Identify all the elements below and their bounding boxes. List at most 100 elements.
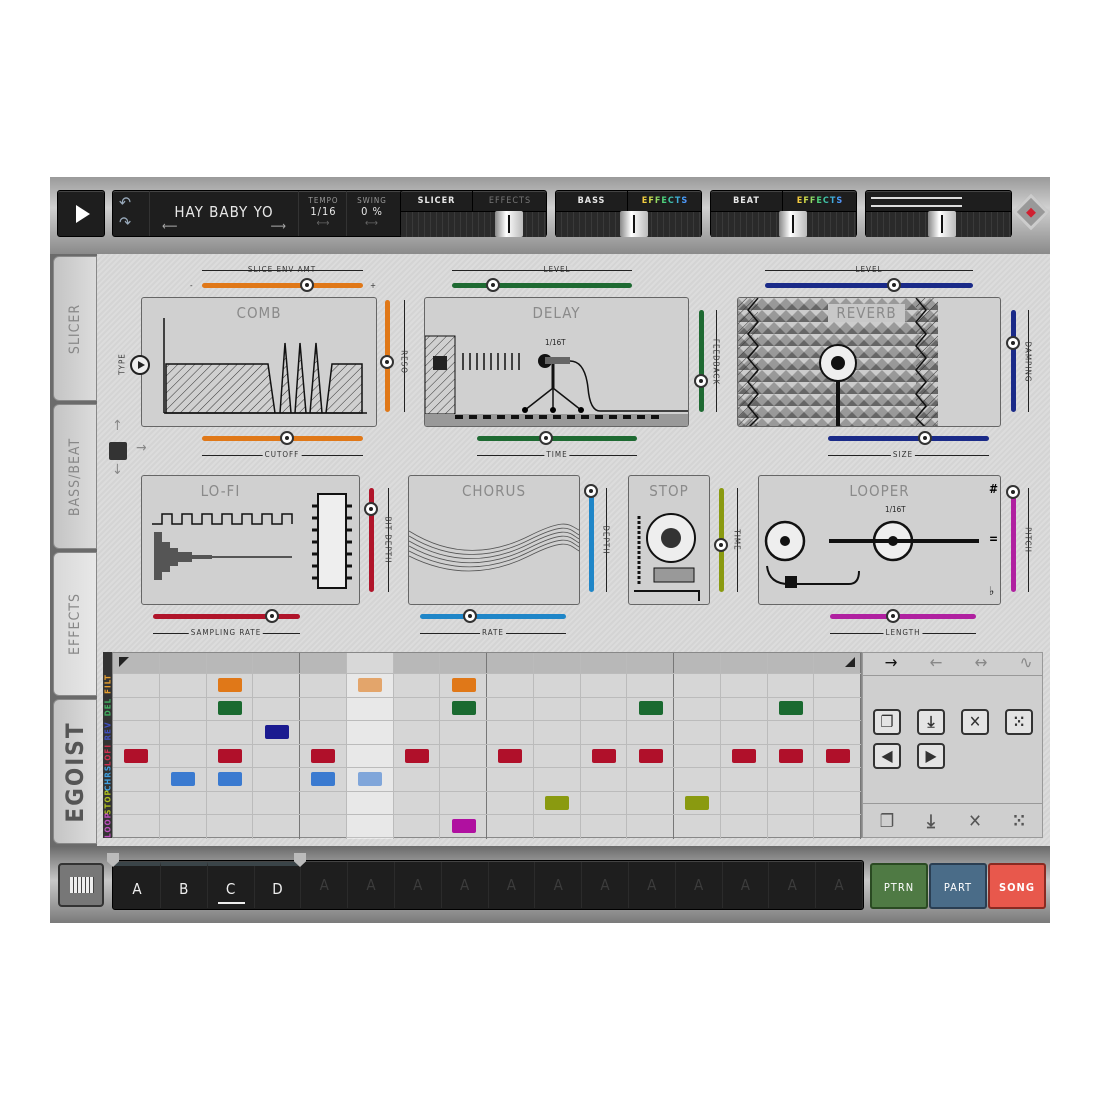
- step-off[interactable]: [265, 796, 289, 810]
- step-off[interactable]: [592, 796, 616, 810]
- step-off[interactable]: [171, 725, 195, 739]
- step-off[interactable]: [124, 725, 148, 739]
- channel-fader[interactable]: [401, 211, 546, 237]
- step-off[interactable]: [265, 701, 289, 715]
- step-on[interactable]: [685, 795, 710, 810]
- pattern-slot-16[interactable]: A: [816, 862, 863, 908]
- step-off[interactable]: [311, 678, 335, 692]
- step-off[interactable]: [218, 725, 242, 739]
- paste-row-button[interactable]: ⤓: [917, 709, 945, 735]
- channel-label[interactable]: SLICER: [401, 191, 473, 211]
- step-on[interactable]: [732, 748, 757, 763]
- step-off[interactable]: [124, 819, 148, 833]
- step-off[interactable]: [592, 819, 616, 833]
- step-off[interactable]: [452, 725, 476, 739]
- fader-knob[interactable]: [778, 211, 807, 237]
- step-sequencer-grid[interactable]: [112, 652, 862, 839]
- step-off[interactable]: [639, 772, 663, 786]
- fader-knob[interactable]: [620, 211, 649, 237]
- step-off[interactable]: [311, 701, 335, 715]
- chorus-depth-slider[interactable]: [589, 488, 594, 592]
- pattern-slot-14[interactable]: A: [722, 862, 770, 908]
- arrow-left-icon[interactable]: ←: [916, 653, 956, 675]
- reso-slider-knob[interactable]: [380, 354, 394, 369]
- ptrn-mode-button[interactable]: PTRN: [870, 863, 928, 909]
- dice-icon[interactable]: [109, 442, 127, 460]
- step-off[interactable]: [405, 772, 429, 786]
- slice-env-slider-knob[interactable]: [299, 278, 314, 292]
- step-off[interactable]: [592, 701, 616, 715]
- step-off[interactable]: [779, 819, 803, 833]
- step-off[interactable]: [639, 678, 663, 692]
- step-off[interactable]: [171, 701, 195, 715]
- step-off[interactable]: [592, 772, 616, 786]
- arrow-right-icon[interactable]: →: [871, 653, 911, 675]
- step-off[interactable]: [405, 678, 429, 692]
- step-on[interactable]: [638, 701, 663, 716]
- arrow-down-icon[interactable]: ↓: [112, 462, 123, 478]
- step-off[interactable]: [685, 678, 709, 692]
- step-on[interactable]: [545, 795, 570, 810]
- step-off[interactable]: [171, 796, 195, 810]
- step-on[interactable]: [638, 748, 663, 763]
- pattern-slot-12[interactable]: A: [629, 862, 676, 908]
- step-off[interactable]: [452, 772, 476, 786]
- type-button[interactable]: [130, 355, 150, 375]
- redo-icon[interactable]: ↷: [119, 213, 131, 232]
- arrow-both-icon[interactable]: ↔: [961, 653, 1001, 675]
- reverb-level-slider[interactable]: [765, 283, 973, 288]
- damping-slider-knob[interactable]: [1006, 335, 1020, 350]
- prev-song-icon[interactable]: ⟵: [162, 219, 177, 233]
- step-off[interactable]: [171, 678, 195, 692]
- next-song-icon[interactable]: ⟶: [271, 219, 286, 233]
- step-off[interactable]: [545, 725, 569, 739]
- pitch-slider[interactable]: [1011, 488, 1016, 592]
- step-off[interactable]: [732, 725, 756, 739]
- step-off[interactable]: [592, 725, 616, 739]
- channel-effects-button[interactable]: EFFECTS: [784, 191, 856, 211]
- step-on[interactable]: [311, 748, 336, 763]
- step-off[interactable]: [358, 701, 382, 715]
- delay-panel[interactable]: DELAY 1/16T: [424, 297, 689, 427]
- step-off[interactable]: [639, 796, 663, 810]
- settings-logo-icon[interactable]: [1012, 193, 1050, 231]
- step-off[interactable]: [779, 796, 803, 810]
- step-off[interactable]: [311, 725, 335, 739]
- delay-level-slider[interactable]: [452, 283, 632, 288]
- delay-time-slider-knob[interactable]: [538, 431, 553, 445]
- step-off[interactable]: [639, 819, 663, 833]
- reverb-panel[interactable]: REVERB: [737, 297, 1001, 427]
- step-off[interactable]: [498, 819, 522, 833]
- pattern-slot-8[interactable]: A: [442, 862, 489, 908]
- step-off[interactable]: [498, 772, 522, 786]
- step-off[interactable]: [452, 796, 476, 810]
- feedback-slider[interactable]: [699, 310, 704, 412]
- step-on[interactable]: [358, 772, 383, 787]
- slice-env-slider[interactable]: [202, 283, 363, 288]
- step-off[interactable]: [592, 678, 616, 692]
- step-on[interactable]: [778, 748, 803, 763]
- arrow-up-icon[interactable]: ↑: [112, 418, 123, 434]
- step-off[interactable]: [732, 796, 756, 810]
- part-mode-button[interactable]: PART: [929, 863, 987, 909]
- chorus-depth-slider-knob[interactable]: [584, 484, 598, 499]
- comb-panel[interactable]: COMB: [141, 297, 377, 427]
- pattern-slot-4[interactable]: D: [254, 862, 302, 908]
- chorus-rate-slider[interactable]: [420, 614, 566, 619]
- length-slider[interactable]: [830, 614, 976, 619]
- pattern-slot-2[interactable]: B: [160, 862, 208, 908]
- step-off[interactable]: [498, 678, 522, 692]
- step-off[interactable]: [265, 772, 289, 786]
- shift-right-button[interactable]: ▶: [917, 743, 945, 769]
- step-on[interactable]: [217, 677, 242, 692]
- channel-label[interactable]: BASS: [556, 191, 628, 211]
- step-on[interactable]: [451, 819, 476, 834]
- channel-fader[interactable]: [556, 211, 701, 237]
- step-off[interactable]: [218, 796, 242, 810]
- step-off[interactable]: [545, 749, 569, 763]
- tab-effects[interactable]: EFFECTS: [53, 552, 97, 696]
- step-on[interactable]: [171, 772, 196, 787]
- looper-panel[interactable]: LOOPER 1/16T # = ♭: [758, 475, 1001, 605]
- step-on[interactable]: [451, 701, 476, 716]
- step-off[interactable]: [732, 678, 756, 692]
